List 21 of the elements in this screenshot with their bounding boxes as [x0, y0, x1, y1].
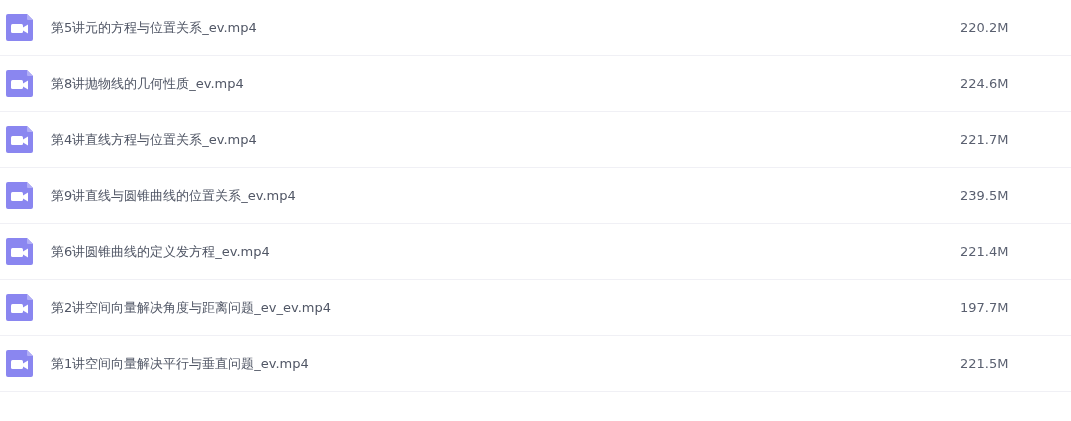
- file-name[interactable]: 第1讲空间向量解决平行与垂直问题_ev.mp4: [51, 354, 960, 373]
- file-size: 220.2M: [960, 20, 1010, 35]
- file-name[interactable]: 第4讲直线方程与位置关系_ev.mp4: [51, 130, 960, 149]
- file-size: 224.6M: [960, 76, 1010, 91]
- file-size: 221.5M: [960, 356, 1010, 371]
- file-name[interactable]: 第6讲圆锥曲线的定义发方程_ev.mp4: [51, 242, 960, 261]
- video-file-icon: [6, 350, 33, 377]
- file-name[interactable]: 第2讲空间向量解决角度与距离问题_ev_ev.mp4: [51, 298, 960, 317]
- video-file-icon: [6, 182, 33, 209]
- video-file-icon: [6, 238, 33, 265]
- file-size: 221.4M: [960, 244, 1010, 259]
- video-file-icon: [6, 14, 33, 41]
- file-size: 239.5M: [960, 188, 1010, 203]
- file-size: 197.7M: [960, 300, 1010, 315]
- video-file-icon: [6, 126, 33, 153]
- video-file-icon: [6, 294, 33, 321]
- file-name[interactable]: 第5讲元的方程与位置关系_ev.mp4: [51, 18, 960, 37]
- file-name[interactable]: 第9讲直线与圆锥曲线的位置关系_ev.mp4: [51, 186, 960, 205]
- file-size: 221.7M: [960, 132, 1010, 147]
- file-name[interactable]: 第8讲抛物线的几何性质_ev.mp4: [51, 74, 960, 93]
- video-file-icon: [6, 70, 33, 97]
